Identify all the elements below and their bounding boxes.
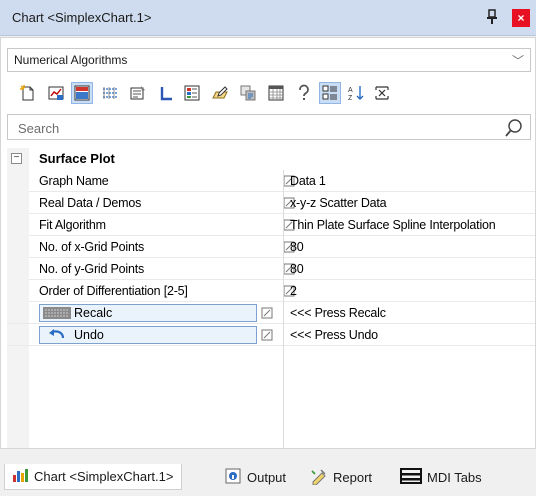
property-value[interactable]: <<< Press Recalc — [290, 306, 386, 320]
tab-chart-label: Chart <SimplexChart.1> — [34, 469, 174, 484]
axis-icon[interactable] — [155, 82, 177, 104]
sort-alphabetical-icon[interactable]: A Z — [345, 82, 367, 104]
tab-report[interactable]: Report — [310, 464, 372, 490]
undo-button[interactable]: Undo — [39, 326, 257, 344]
calculator-icon — [43, 307, 71, 322]
property-value-cell[interactable]: 2 — [283, 280, 535, 302]
edit-field-icon[interactable] — [261, 329, 273, 344]
output-icon — [224, 467, 242, 488]
property-value-cell[interactable]: <<< Press Recalc — [283, 302, 535, 324]
property-label-cell: Recalc — [7, 302, 283, 324]
svg-text:Z: Z — [348, 95, 353, 102]
recalc-button-label: Recalc — [74, 306, 113, 320]
property-row[interactable]: Order of Differentiation [2-5] 2 — [7, 280, 535, 302]
chart-icon — [11, 466, 29, 487]
data-series-icon[interactable] — [99, 82, 121, 104]
panel-title-bar: Chart <SimplexChart.1> × — [0, 0, 536, 36]
property-value-cell[interactable]: <<< Press Undo — [283, 324, 535, 346]
undo-icon — [48, 329, 66, 346]
property-label-cell: Graph Name — [29, 170, 295, 192]
pin-icon[interactable] — [485, 8, 499, 26]
property-label: Graph Name — [39, 174, 109, 188]
copy-icon[interactable] — [237, 82, 259, 104]
undo-button-label: Undo — [74, 328, 104, 342]
property-value[interactable]: 80 — [290, 262, 304, 276]
category-label: Surface Plot — [39, 151, 115, 166]
property-value[interactable]: <<< Press Undo — [290, 328, 378, 342]
edit-field-icon[interactable] — [261, 307, 273, 322]
property-label: Fit Algorithm — [39, 218, 106, 232]
search-input[interactable]: Search — [18, 121, 59, 136]
property-label-cell: No. of y-Grid Points — [29, 258, 295, 280]
property-row[interactable]: Fit Algorithm Thin Plate Surface Spline … — [7, 214, 535, 236]
property-row[interactable]: Undo <<< Press Undo — [7, 324, 535, 346]
algorithm-select[interactable]: Numerical Algorithms ﹀ — [7, 48, 531, 72]
categorized-icon[interactable] — [319, 82, 341, 104]
tab-mdi-tabs[interactable]: MDI Tabs — [400, 464, 482, 490]
property-value-cell[interactable]: Data 1 — [283, 170, 535, 192]
chevron-down-icon[interactable]: ﹀ — [512, 52, 524, 69]
property-label-cell: Undo — [7, 324, 283, 346]
property-row[interactable]: No. of x-Grid Points 80 — [7, 236, 535, 258]
property-value[interactable]: Data 1 — [290, 174, 326, 188]
grid-table-icon[interactable] — [265, 82, 287, 104]
property-row[interactable]: Graph Name Data 1 — [7, 170, 535, 192]
collapse-icon[interactable] — [371, 82, 393, 104]
property-label-cell: Order of Differentiation [2-5] — [29, 280, 295, 302]
property-label: Real Data / Demos — [39, 196, 142, 210]
property-label: No. of y-Grid Points — [39, 262, 145, 276]
report-icon — [310, 467, 328, 488]
property-value[interactable]: Thin Plate Surface Spline Interpolation — [290, 218, 496, 232]
tab-report-label: Report — [333, 469, 373, 485]
algorithm-select-value: Numerical Algorithms — [14, 53, 128, 67]
toolbar: A Z — [17, 82, 517, 108]
property-label: No. of x-Grid Points — [39, 240, 145, 254]
property-value[interactable]: 2 — [290, 284, 297, 298]
legend-icon[interactable] — [181, 82, 203, 104]
property-row[interactable]: Real Data / Demos x-y-z Scatter Data — [7, 192, 535, 214]
search-box[interactable]: Search — [7, 114, 531, 140]
collapse-toggle-icon[interactable]: − — [11, 153, 22, 164]
tab-chart[interactable]: Chart <SimplexChart.1> — [4, 464, 183, 490]
property-row[interactable]: Recalc <<< Press Recalc — [7, 302, 535, 324]
property-value[interactable]: 80 — [290, 240, 304, 254]
property-label-cell: No. of x-Grid Points — [29, 236, 295, 258]
close-icon[interactable]: × — [512, 9, 530, 27]
svg-text:A: A — [348, 87, 353, 94]
property-label-cell: Real Data / Demos — [29, 192, 295, 214]
recalc-button[interactable]: Recalc — [39, 304, 257, 322]
property-label: Order of Differentiation [2-5] — [39, 284, 188, 298]
tab-output[interactable]: Output — [224, 464, 286, 490]
mdi-tabs-icon — [400, 467, 422, 488]
category-surface-plot[interactable]: − Surface Plot — [7, 148, 535, 170]
property-row[interactable]: No. of y-Grid Points 80 — [7, 258, 535, 280]
panel-title: Chart <SimplexChart.1> — [12, 10, 152, 25]
property-value[interactable]: x-y-z Scatter Data — [290, 196, 387, 210]
settings-icon[interactable] — [127, 82, 149, 104]
property-grid: − Surface Plot Graph Name Data 1 Real Da… — [7, 148, 535, 448]
properties-panel: Numerical Algorithms ﹀ A Z Search − Surf… — [0, 37, 536, 449]
property-value-cell[interactable]: 80 — [283, 258, 535, 280]
chart-properties-icon[interactable] — [45, 82, 67, 104]
bottom-tab-strip: Chart <SimplexChart.1> Output Report MDI… — [0, 460, 536, 496]
property-value-cell[interactable]: Thin Plate Surface Spline Interpolation — [283, 214, 535, 236]
edit-icon[interactable] — [209, 82, 231, 104]
property-label-cell: Fit Algorithm — [29, 214, 295, 236]
search-icon[interactable] — [504, 118, 524, 141]
tab-mdi-tabs-label: MDI Tabs — [427, 469, 482, 485]
property-value-cell[interactable]: 80 — [283, 236, 535, 258]
grid-column-divider[interactable] — [283, 170, 284, 448]
new-chart-icon[interactable] — [17, 82, 39, 104]
tab-output-label: Output — [247, 469, 287, 485]
help-icon[interactable] — [293, 82, 315, 104]
chart-area-icon[interactable] — [71, 82, 93, 104]
property-value-cell[interactable]: x-y-z Scatter Data — [283, 192, 535, 214]
